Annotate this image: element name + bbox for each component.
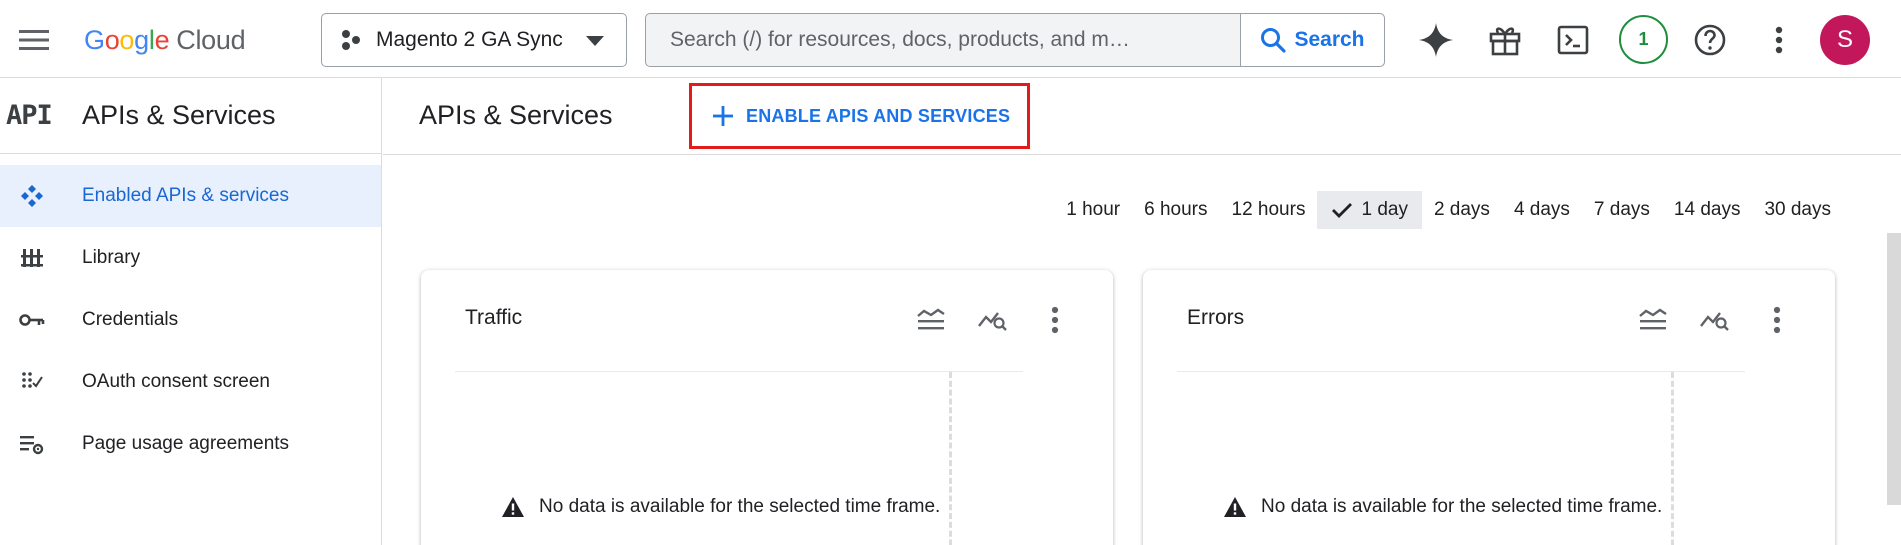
plus-icon [713,106,733,126]
time-option-7-days[interactable]: 7 days [1582,191,1662,229]
sparkle-icon [1419,23,1453,57]
scrollbar[interactable] [1887,233,1901,505]
project-name: Magento 2 GA Sync [376,28,563,51]
oauth-consent-icon [0,371,64,393]
enable-apis-label: ENABLE APIS AND SERVICES [746,105,1011,126]
empty-state: No data is available for the selected ti… [1223,496,1662,518]
legend-toggle-button[interactable] [909,298,953,342]
card-toolbar [909,298,1077,342]
main-menu-button[interactable] [16,22,52,58]
time-option-1-hour[interactable]: 1 hour [1054,191,1132,229]
time-option-2-days[interactable]: 2 days [1422,191,1502,229]
card-divider [455,371,1023,372]
time-range-selector: 1 hour 6 hours 12 hours 1 day 2 days 4 d… [1054,191,1843,229]
more-vert-icon [1051,306,1059,334]
legend-icon [1639,308,1667,330]
sidebar-item-library[interactable]: Library [0,227,381,289]
empty-state-message: No data is available for the selected ti… [1261,496,1663,517]
terminal-icon [1557,25,1589,55]
explore-chart-button[interactable] [971,298,1015,342]
api-logo: API [6,100,53,131]
logo-letter: g [134,24,149,55]
project-hierarchy-icon [342,30,360,50]
logo-product-name: Cloud [176,24,246,55]
main-header: APIs & Services ENABLE APIS AND SERVICES [383,78,1901,155]
time-option-30-days[interactable]: 30 days [1752,191,1843,229]
time-option-12-hours[interactable]: 12 hours [1220,191,1318,229]
more-vert-icon [1773,306,1781,334]
chevron-down-icon [586,36,604,46]
key-icon [0,312,64,328]
legend-icon [917,308,945,330]
sidebar-header: API APIs & Services [0,78,381,154]
gift-button[interactable] [1483,18,1527,62]
help-icon [1694,24,1726,56]
sidebar-item-credentials[interactable]: Credentials [0,289,381,351]
library-icon [0,246,64,270]
search-input[interactable] [646,14,1240,66]
sidebar-item-label: Credentials [82,309,179,330]
main-content: APIs & Services ENABLE APIS AND SERVICES… [383,78,1901,545]
card-more-button[interactable] [1033,298,1077,342]
sidebar-item-label: Page usage agreements [82,433,290,454]
account-avatar[interactable]: S [1820,15,1870,65]
time-option-label: 1 day [1361,199,1408,220]
empty-state-message: No data is available for the selected ti… [539,496,941,517]
sidebar-item-label: Enabled APIs & services [82,185,289,206]
legend-toggle-button[interactable] [1631,298,1675,342]
search-button[interactable]: Search [1240,14,1384,66]
project-picker[interactable]: Magento 2 GA Sync [321,13,627,67]
search-icon [1261,28,1287,53]
chart-now-marker [949,372,952,545]
page-title: APIs & Services [419,100,613,130]
notifications-button[interactable]: 1 [1619,15,1668,64]
explore-chart-button[interactable] [1693,298,1737,342]
search-bar: Search [645,13,1385,67]
sidebar-item-oauth-consent[interactable]: OAuth consent screen [0,351,381,413]
sidebar: API APIs & Services Enabled APIs & servi… [0,78,382,545]
enabled-apis-icon [0,183,64,209]
warning-icon [1224,497,1246,517]
sidebar-item-enabled-apis[interactable]: Enabled APIs & services [0,165,381,227]
time-option-4-days[interactable]: 4 days [1502,191,1582,229]
more-vert-icon [1775,26,1783,54]
logo-letter: o [119,24,135,55]
top-bar: Google Cloud Magento 2 GA Sync Search 1 … [0,0,1901,78]
cloud-shell-button[interactable] [1551,18,1595,62]
time-option-14-days[interactable]: 14 days [1662,191,1753,229]
traffic-card: Traffic No data is available for the sel… [421,270,1113,545]
errors-card: Errors No data is available for the sele… [1143,270,1835,545]
card-more-button[interactable] [1755,298,1799,342]
sidebar-item-label: OAuth consent screen [82,371,270,392]
logo-letter: e [154,24,170,55]
search-button-label: Search [1294,28,1365,51]
hamburger-menu-icon [19,30,49,50]
empty-state: No data is available for the selected ti… [501,496,940,518]
chart-search-icon [1700,312,1729,331]
help-button[interactable] [1688,18,1732,62]
time-option-6-hours[interactable]: 6 hours [1132,191,1219,229]
card-divider [1177,371,1745,372]
gift-icon [1489,27,1521,56]
chart-now-marker [1671,372,1674,545]
sidebar-item-page-usage[interactable]: Page usage agreements [0,413,381,475]
time-option-1-day[interactable]: 1 day [1317,191,1422,229]
sidebar-title: APIs & Services [82,100,276,130]
gemini-button[interactable] [1414,18,1458,62]
card-title: Errors [1187,306,1245,329]
card-title: Traffic [465,306,523,329]
check-icon [1332,203,1353,218]
more-options-button[interactable] [1757,18,1801,62]
logo-letter: G [84,24,105,55]
google-cloud-logo[interactable]: Google Cloud [84,22,246,58]
logo-letter: o [104,24,120,55]
chart-search-icon [978,312,1007,331]
enable-apis-button[interactable]: ENABLE APIS AND SERVICES [689,83,1030,149]
page-usage-settings-icon [0,433,64,455]
warning-icon [502,497,524,517]
card-toolbar [1631,298,1799,342]
sidebar-item-label: Library [82,247,141,268]
